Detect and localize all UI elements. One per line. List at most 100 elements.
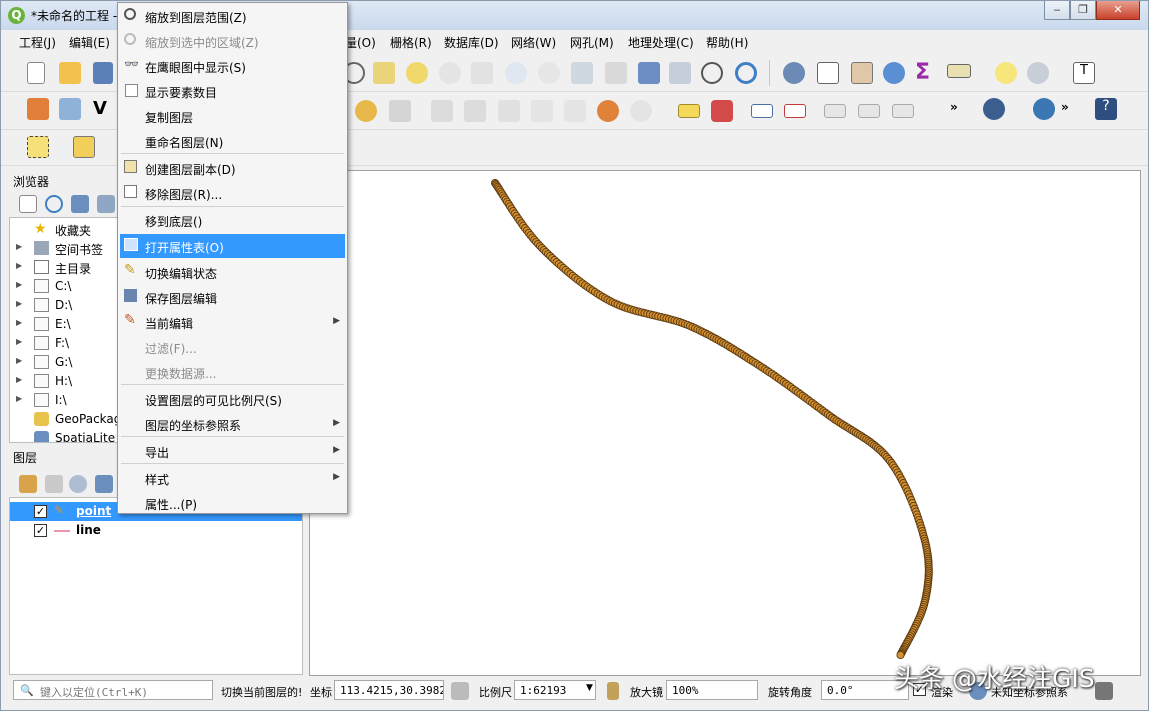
menu-vector[interactable]: 量(O) xyxy=(345,34,376,51)
menu-filter[interactable]: 过滤(F)... xyxy=(120,335,345,359)
python-console-icon[interactable] xyxy=(1033,98,1055,120)
collapse-all-icon[interactable] xyxy=(97,195,115,213)
zoom-selection-tool-icon[interactable] xyxy=(439,62,461,84)
map-canvas[interactable] xyxy=(309,170,1141,676)
zoom-native-icon[interactable] xyxy=(471,62,493,84)
minimize-button[interactable]: ‒ xyxy=(1044,1,1070,20)
locator-search-input[interactable]: 🔍 键入以定位(Ctrl+K) xyxy=(13,680,213,700)
statistics-sigma-icon[interactable]: Σ xyxy=(915,60,937,85)
open-project-icon[interactable] xyxy=(59,62,81,84)
expand-arrow-icon[interactable]: ▶ xyxy=(16,242,22,251)
zoom-last-icon[interactable] xyxy=(505,62,527,84)
cut-features-icon[interactable] xyxy=(498,100,520,122)
help-icon[interactable]: ? xyxy=(1095,98,1117,120)
style-manager-icon[interactable] xyxy=(19,475,37,493)
add-vector-layer-icon[interactable]: V xyxy=(93,98,115,120)
map-tips-icon[interactable] xyxy=(995,62,1017,84)
manage-visibility-icon[interactable] xyxy=(69,475,87,493)
new-3d-view-icon[interactable] xyxy=(605,62,627,84)
zoom-layer-tool-icon[interactable] xyxy=(406,62,428,84)
checkbox-icon[interactable] xyxy=(125,84,138,97)
menu-show-feature-count[interactable]: 显示要素数目 xyxy=(120,79,345,103)
expand-arrow-icon[interactable]: ▶ xyxy=(16,394,22,403)
menu-remove-layer[interactable]: 移除图层(R)... xyxy=(120,181,345,205)
menu-database[interactable]: 数据库(D) xyxy=(444,34,499,51)
menu-open-attribute-table[interactable]: 打开属性表(O) xyxy=(120,234,345,258)
select-features-icon[interactable] xyxy=(27,136,49,158)
menu-toggle-editing[interactable]: ✎ 切换编辑状态 xyxy=(120,260,345,284)
save-project-icon[interactable] xyxy=(93,62,113,84)
copy-features-icon[interactable] xyxy=(531,100,553,122)
pin-labels-icon[interactable] xyxy=(751,104,773,118)
menu-processing[interactable]: 地理处理(C) xyxy=(628,34,694,51)
layer-visibility-checkbox[interactable]: ✓ xyxy=(34,505,47,518)
menu-mesh[interactable]: 网孔(M) xyxy=(570,34,614,51)
locator-search-icon[interactable] xyxy=(1027,62,1049,84)
layer-visibility-checkbox[interactable]: ✓ xyxy=(34,524,47,537)
delete-icon[interactable] xyxy=(464,100,486,122)
menu-zoom-to-layer[interactable]: 缩放到图层范围(Z) xyxy=(120,4,345,28)
menu-duplicate-layer[interactable]: 创建图层副本(D) xyxy=(120,156,345,180)
expand-arrow-icon[interactable]: ▶ xyxy=(16,337,22,346)
menu-web[interactable]: 网络(W) xyxy=(511,34,556,51)
more-tools-chevron-icon[interactable]: » xyxy=(950,100,972,122)
menu-save-layer-edits[interactable]: 保存图层编辑 xyxy=(120,285,345,309)
undo-icon[interactable] xyxy=(597,100,619,122)
add-selected-layers-icon[interactable] xyxy=(19,195,37,213)
menu-raster[interactable]: 栅格(R) xyxy=(390,34,432,51)
select-by-value-icon[interactable] xyxy=(73,136,95,158)
menu-copy-layer[interactable]: 复制图层 xyxy=(120,104,345,128)
attribute-table-tool-icon[interactable] xyxy=(817,62,839,84)
expand-arrow-icon[interactable]: ▶ xyxy=(16,356,22,365)
measure-icon[interactable] xyxy=(947,64,971,78)
vertex-tool-icon[interactable] xyxy=(389,100,411,122)
magnifier-spinbox[interactable]: 100% xyxy=(666,680,758,700)
data-source-manager-icon[interactable] xyxy=(27,98,49,120)
field-calculator-icon[interactable] xyxy=(851,62,873,84)
filter-browser-icon[interactable] xyxy=(71,195,89,213)
text-annotation-icon[interactable]: T xyxy=(1073,62,1095,84)
redo-icon[interactable] xyxy=(630,100,652,122)
expand-arrow-icon[interactable]: ▶ xyxy=(16,261,22,270)
refresh-browser-icon[interactable] xyxy=(45,195,63,213)
more-tools-chevron-icon[interactable]: » xyxy=(1061,100,1083,122)
show-bookmarks-icon[interactable] xyxy=(669,62,691,84)
close-button[interactable]: ✕ xyxy=(1096,1,1140,20)
point-feature[interactable] xyxy=(896,650,905,660)
lock-scale-icon[interactable] xyxy=(607,682,619,700)
coordinate-toggle-icon[interactable] xyxy=(451,682,469,700)
new-map-view-icon[interactable] xyxy=(571,62,593,84)
filter-legend-icon[interactable] xyxy=(95,475,113,493)
digitize-points-icon[interactable] xyxy=(355,100,377,122)
layer-item-line[interactable]: ✓ line xyxy=(10,521,302,540)
scale-combobox[interactable]: 1:62193 xyxy=(514,680,596,700)
add-group-icon[interactable] xyxy=(45,475,63,493)
rotate-label-icon[interactable] xyxy=(858,104,880,118)
label-tool-icon[interactable] xyxy=(678,104,700,118)
expand-arrow-icon[interactable]: ▶ xyxy=(16,375,22,384)
identify-features-icon[interactable] xyxy=(783,62,805,84)
menu-edit[interactable]: 编辑(E) xyxy=(69,34,110,51)
maximize-button[interactable]: ❐ xyxy=(1070,1,1096,20)
menu-project[interactable]: 工程(J) xyxy=(19,34,56,51)
messages-icon[interactable] xyxy=(1095,682,1113,700)
expand-arrow-icon[interactable]: ▶ xyxy=(16,318,22,327)
menu-change-data-source[interactable]: 更换数据源... xyxy=(120,360,345,384)
menu-rename-layer[interactable]: 重命名图层(N) xyxy=(120,129,345,153)
zoom-full-icon[interactable] xyxy=(373,62,395,84)
menu-zoom-to-selection[interactable]: 缩放到选中的区域(Z) xyxy=(120,29,345,53)
highlight-pinned-labels-icon[interactable] xyxy=(784,104,806,118)
processing-toolbox-icon[interactable] xyxy=(883,62,905,84)
change-label-icon[interactable] xyxy=(892,104,914,118)
new-geopackage-layer-icon[interactable] xyxy=(59,98,81,120)
expand-arrow-icon[interactable]: ▶ xyxy=(16,299,22,308)
temporal-controller-icon[interactable] xyxy=(701,62,723,84)
refresh-icon[interactable] xyxy=(735,62,757,84)
menu-styles[interactable]: 样式 ▶ xyxy=(120,466,345,490)
new-bookmark-icon[interactable] xyxy=(638,62,660,84)
new-project-icon[interactable] xyxy=(27,62,45,84)
menu-layer-crs[interactable]: 图层的坐标参照系 ▶ xyxy=(120,412,345,436)
menu-show-in-overview[interactable]: 👓 在鹰眼图中显示(S) xyxy=(120,54,345,78)
coordinate-field[interactable]: 113.4215,30.3982 xyxy=(334,680,444,700)
zoom-next-icon[interactable] xyxy=(538,62,560,84)
